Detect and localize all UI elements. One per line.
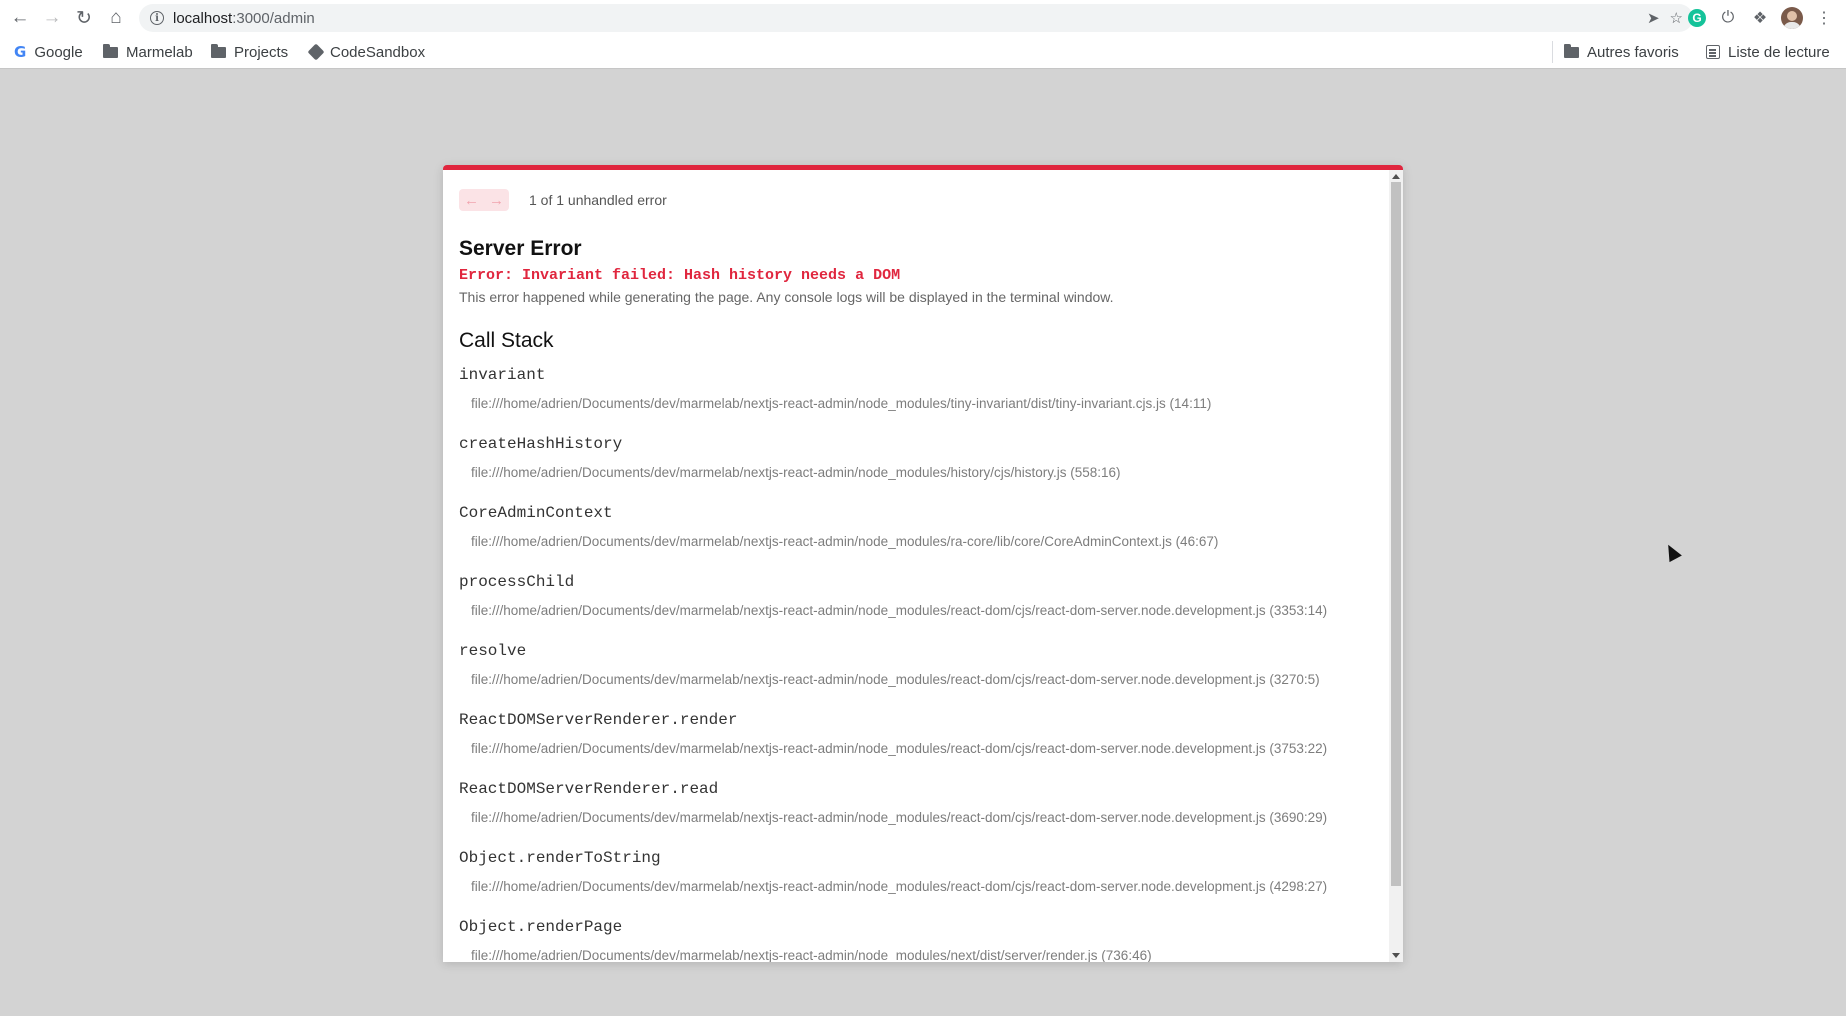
frame-function-name: invariant [459,366,546,384]
pager-buttons: ← → [459,189,509,211]
send-tab-icon[interactable]: ➤ [1647,9,1660,27]
frame-function-name: ReactDOMServerRenderer.read [459,780,719,798]
frame-file-location[interactable]: file:///home/adrien/Documents/dev/marmel… [459,741,1373,756]
bookmark-star-icon[interactable]: ☆ [1670,9,1683,27]
call-stack-frame[interactable]: createHashHistory file:///home/adrien/Doc… [459,428,1373,497]
frame-function-name: ReactDOMServerRenderer.render [459,711,738,729]
call-stack-frame[interactable]: CoreAdminContext file:///home/adrien/Docu… [459,497,1373,566]
error-message: Error: Invariant failed: Hash history ne… [459,267,901,284]
frame-file-location[interactable]: file:///home/adrien/Documents/dev/marmel… [459,603,1373,618]
mouse-cursor-icon [1662,541,1682,563]
folder-icon [103,43,118,58]
bookmark-other-favorites[interactable]: Autres favoris [1564,41,1679,63]
frame-file-location[interactable]: file:///home/adrien/Documents/dev/marmel… [459,396,1373,411]
frame-file-location[interactable]: file:///home/adrien/Documents/dev/marmel… [459,534,1373,549]
codesandbox-icon [307,43,325,61]
power-extension-icon[interactable]: ⏻ [1717,7,1739,29]
home-icon[interactable]: ⌂ [104,6,128,30]
bookmark-label: Liste de lecture [1728,43,1830,61]
error-overlay-dialog: ← → 1 of 1 unhandled error Server Error … [443,165,1403,962]
error-pager: ← → 1 of 1 unhandled error [459,188,1373,212]
menu-kebab-icon[interactable]: ⋮ [1813,7,1835,29]
folder-icon [1564,43,1579,58]
frame-function-name: processChild [459,573,575,591]
url-host: localhost [173,9,233,27]
next-error-arrow-icon[interactable]: → [484,189,509,211]
back-arrow-icon[interactable]: ← [8,6,32,30]
reading-list-icon [1706,45,1720,59]
bookmark-projects[interactable]: Projects [211,41,288,63]
extensions-puzzle-icon[interactable]: ❖ [1749,7,1771,29]
overlay-scrollbar[interactable] [1389,170,1403,962]
call-stack-list: invariant file:///home/adrien/Documents/d… [459,359,1373,962]
browser-toolbar: ← → ↻ ⌂ i localhost:3000/admin ➤ ☆ G ⏻ ❖… [0,0,1846,36]
folder-icon [211,43,226,58]
call-stack-frame[interactable]: resolve file:///home/adrien/Documents/dev… [459,635,1373,704]
frame-file-location[interactable]: file:///home/adrien/Documents/dev/marmel… [459,810,1373,825]
error-description: This error happened while generating the… [459,289,1114,305]
bookmark-google[interactable]: G Google [14,41,83,63]
error-title: Server Error [459,237,582,260]
frame-function-name: CoreAdminContext [459,504,613,522]
bookmark-label: CodeSandbox [330,43,426,61]
call-stack-frame[interactable]: ReactDOMServerRenderer.read file:///home/… [459,773,1373,842]
bookmark-label: Projects [234,43,289,61]
error-count-text: 1 of 1 unhandled error [529,192,667,208]
call-stack-frame[interactable]: processChild file:///home/adrien/Document… [459,566,1373,635]
bookmark-codesandbox[interactable]: CodeSandbox [307,41,426,63]
grammarly-extension-icon[interactable]: G [1688,9,1706,27]
bookmark-label: Marmelab [126,43,193,61]
bookmarks-divider [1552,41,1553,63]
frame-function-name: Object.renderPage [459,918,623,936]
frame-file-location[interactable]: file:///home/adrien/Documents/dev/marmel… [459,948,1373,962]
frame-function-name: resolve [459,642,527,660]
url-path: :3000/admin [232,9,315,27]
error-overlay-content[interactable]: ← → 1 of 1 unhandled error Server Error … [443,170,1389,962]
forward-arrow-icon[interactable]: → [40,6,64,30]
scroll-down-arrow-icon[interactable] [1392,953,1400,958]
scroll-up-arrow-icon[interactable] [1392,174,1400,179]
frame-file-location[interactable]: file:///home/adrien/Documents/dev/marmel… [459,672,1373,687]
call-stack-frame[interactable]: ReactDOMServerRenderer.render file:///hom… [459,704,1373,773]
bookmark-marmelab[interactable]: Marmelab [103,41,193,63]
call-stack-frame[interactable]: invariant file:///home/adrien/Documents/d… [459,359,1373,428]
previous-error-arrow-icon[interactable]: ← [459,189,484,211]
frame-file-location[interactable]: file:///home/adrien/Documents/dev/marmel… [459,465,1373,480]
frame-function-name: createHashHistory [459,435,623,453]
frame-function-name: Object.renderToString [459,849,661,867]
call-stack-title: Call Stack [459,329,554,352]
google-icon: G [14,43,27,61]
address-bar[interactable]: i localhost:3000/admin ➤ ☆ [139,4,1693,32]
frame-file-location[interactable]: file:///home/adrien/Documents/dev/marmel… [459,879,1373,894]
profile-avatar[interactable] [1781,7,1803,29]
bookmarks-bar: G Google Marmelab Projects CodeSandbox A… [0,36,1846,69]
call-stack-frame[interactable]: Object.renderPage file:///home/adrien/Doc… [459,911,1373,962]
scrollbar-thumb[interactable] [1391,182,1401,886]
reload-icon[interactable]: ↻ [72,6,96,30]
url-text[interactable]: localhost:3000/admin [173,10,315,27]
bookmark-reading-list[interactable]: Liste de lecture [1706,41,1830,63]
bookmark-label: Google [34,43,83,61]
call-stack-frame[interactable]: Object.renderToString file:///home/adrien… [459,842,1373,911]
site-info-icon[interactable]: i [150,11,164,25]
bookmark-label: Autres favoris [1587,43,1679,61]
